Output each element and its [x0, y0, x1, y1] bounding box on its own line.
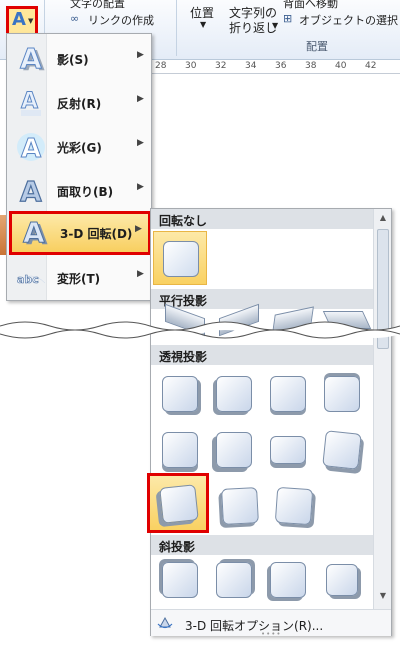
submenu-arrow-icon: ▶: [137, 94, 144, 104]
gallery-scrollbar[interactable]: ▲ ▼: [373, 209, 391, 609]
3d-options-icon: [157, 616, 173, 629]
preset-shape: [221, 487, 259, 525]
transform-abc-icon: abc: [17, 273, 46, 286]
text-effects-A-icon: A: [12, 9, 26, 30]
select-objects-icon: ⊞: [283, 12, 293, 25]
reflection-A-icon: A: [21, 89, 41, 116]
gallery-item-perspective-4[interactable]: [315, 367, 369, 421]
menu-label: 反射(R): [57, 97, 102, 111]
submenu-arrow-icon: ▶: [137, 50, 144, 60]
ruler-number: 32: [215, 61, 227, 71]
preset-shape: [216, 432, 252, 468]
svg-text:A: A: [21, 134, 41, 162]
preset-shape: [162, 432, 198, 468]
ruler-number: 42: [365, 61, 377, 71]
svg-text:abc: abc: [17, 273, 39, 286]
group-label-arrange: 配置: [306, 40, 328, 53]
menu-item-transform[interactable]: abc 変形(T) ▶: [9, 257, 151, 297]
dropdown-arrow-icon: ▼: [28, 17, 34, 25]
preset-shape: [216, 376, 252, 412]
menu-label: 変形(T): [57, 272, 101, 286]
wrap-text-button[interactable]: 折り返し: [229, 19, 277, 36]
gallery-item-perspective-6[interactable]: [207, 423, 261, 477]
preset-shape: [274, 486, 314, 526]
shadow-A-icon: A A: [20, 42, 46, 74]
menu-label: 光彩(G): [57, 141, 102, 155]
preset-shape: [163, 241, 199, 277]
section-header-perspective: 透視投影: [151, 345, 373, 365]
gallery-item-perspective-2[interactable]: [207, 367, 261, 421]
menu-item-3d-rotation[interactable]: A A 3-D 回転(D) ▶: [9, 211, 151, 255]
create-link-button[interactable]: リンクの作成: [88, 12, 154, 28]
preset-shape: [270, 436, 306, 464]
resize-grip-icon[interactable]: ••••: [261, 630, 282, 638]
preset-shape: [322, 430, 362, 470]
3d-options-label: 3-D 回転オプション(R)...: [185, 619, 324, 633]
ruler: 28 30 32 34 36 38 40 42: [150, 60, 400, 74]
menu-label: 面取り(B): [57, 185, 114, 199]
gallery-item-perspective-9[interactable]: [147, 473, 209, 533]
separator: [176, 0, 177, 56]
svg-text:A: A: [20, 175, 42, 206]
section-header-parallel: 平行投影: [151, 289, 373, 309]
glow-A-icon: A: [17, 133, 45, 162]
menu-label: 3-D 回転(D): [60, 227, 133, 241]
preset-shape: [270, 562, 306, 598]
gallery-item-oblique-1[interactable]: [153, 553, 207, 607]
submenu-arrow-icon: ▶: [137, 269, 144, 279]
link-icon: ∞: [70, 12, 80, 25]
ruler-number: 40: [335, 61, 347, 71]
submenu-arrow-icon: ▶: [135, 224, 142, 234]
ruler-number: 34: [245, 61, 257, 71]
svg-text:A: A: [23, 216, 45, 248]
3d-rotation-options-button[interactable]: 3-D 回転オプション(R)... ••••: [151, 609, 391, 638]
submenu-arrow-icon: ▶: [137, 138, 144, 148]
wrap-dropdown-icon: ▼: [272, 21, 279, 30]
menu-item-bevel[interactable]: A 面取り(B) ▶: [9, 170, 151, 210]
3d-rotation-gallery: 回転なし 平行投影 透視投影 斜投影 ▲ ▼ 3-D 回転オプション(R)...…: [147, 208, 392, 638]
scroll-up-icon[interactable]: ▲: [376, 213, 390, 227]
preset-shape: [326, 564, 358, 596]
gallery-item-perspective-3[interactable]: [261, 367, 315, 421]
menu-item-shadow[interactable]: A A 影(S) ▶: [9, 38, 151, 78]
position-button[interactable]: 位置: [190, 4, 214, 21]
3d-rotation-A-icon: A A: [23, 216, 49, 248]
gallery-item-no-rotation[interactable]: [153, 231, 207, 285]
bevel-A-icon: A: [19, 174, 42, 206]
gallery-item-perspective-5[interactable]: [153, 423, 207, 477]
preset-shape: [162, 376, 198, 412]
gallery-item-perspective-7[interactable]: [261, 423, 315, 477]
menu-item-reflection[interactable]: A 反射(R) ▶: [9, 82, 151, 122]
torn-edge: [0, 321, 400, 339]
gallery-item-perspective-1[interactable]: [153, 367, 207, 421]
select-objects-button[interactable]: オブジェクトの選択と表: [299, 12, 400, 28]
preset-shape: [324, 376, 360, 412]
gallery-item-perspective-10[interactable]: [213, 479, 267, 533]
submenu-arrow-icon: ▶: [137, 182, 144, 192]
section-header-no-rotation: 回転なし: [151, 209, 373, 229]
ruler-number: 36: [275, 61, 287, 71]
section-header-oblique: 斜投影: [151, 535, 373, 555]
text-effects-button[interactable]: A ▼: [6, 6, 38, 36]
preset-shape: [270, 376, 306, 412]
gallery-item-oblique-4[interactable]: [315, 553, 369, 607]
ruler-number: 38: [305, 61, 317, 71]
preset-shape: [216, 562, 252, 598]
send-backward-button[interactable]: 背面へ移動: [283, 0, 338, 11]
gallery-item-oblique-2[interactable]: [207, 553, 261, 607]
svg-text:A: A: [20, 42, 42, 74]
ruler-number: 28: [155, 61, 167, 71]
menu-item-glow[interactable]: A 光彩(G) ▶: [9, 126, 151, 166]
ruler-number: 30: [185, 61, 197, 71]
preset-shape: [162, 562, 198, 598]
menu-label: 影(S): [57, 53, 89, 67]
gallery-item-oblique-3[interactable]: [261, 553, 315, 607]
gallery-item-perspective-8[interactable]: [315, 423, 369, 477]
text-align-label[interactable]: 文字の配置: [70, 0, 125, 11]
preset-shape: [159, 484, 199, 524]
scroll-down-icon[interactable]: ▼: [376, 591, 390, 605]
text-effects-menu: A A 影(S) ▶ A 反射(R) ▶ A 光彩(G) ▶ A 面取り(B) …: [6, 33, 152, 301]
gallery-item-perspective-11[interactable]: [267, 479, 321, 533]
position-dropdown-icon: ▼: [200, 20, 207, 29]
